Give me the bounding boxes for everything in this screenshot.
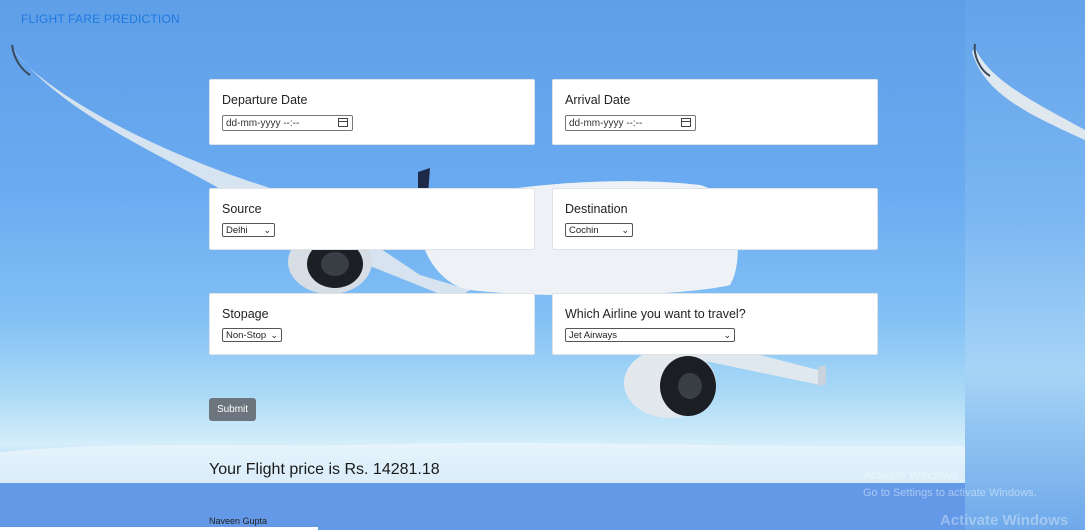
airline-select[interactable]: Jet Airways ⌄ [565, 328, 735, 342]
destination-card: Destination Cochin ⌄ [552, 188, 878, 250]
airline-card: Which Airline you want to travel? Jet Ai… [552, 293, 878, 355]
footer-band [0, 483, 965, 530]
arrival-card: Arrival Date dd-mm-yyyy --:-- [552, 79, 878, 145]
source-select[interactable]: Delhi ⌄ [222, 223, 275, 237]
activate-windows-title-secondary: Activate Windows [940, 512, 1069, 529]
arrival-date-value: dd-mm-yyyy --:-- [569, 118, 643, 129]
departure-card: Departure Date dd-mm-yyyy --:-- [209, 79, 535, 145]
submit-button[interactable]: Submit [209, 398, 256, 421]
chevron-down-icon: ⌄ [270, 330, 278, 340]
arrival-date-input[interactable]: dd-mm-yyyy --:-- [565, 115, 696, 131]
destination-select[interactable]: Cochin ⌄ [565, 223, 633, 237]
source-selected-value: Delhi [226, 225, 248, 236]
departure-label: Departure Date [222, 93, 308, 107]
departure-date-value: dd-mm-yyyy --:-- [226, 118, 300, 129]
chevron-down-icon: ⌄ [263, 225, 271, 235]
stopage-label: Stopage [222, 307, 269, 321]
activate-windows-subtitle: Go to Settings to activate Windows. [863, 487, 1037, 499]
calendar-icon[interactable] [681, 118, 691, 127]
prediction-result: Your Flight price is Rs. 14281.18 [209, 461, 440, 478]
brand-link[interactable]: FLIGHT FARE PREDICTION [21, 12, 180, 26]
airline-label: Which Airline you want to travel? [565, 307, 746, 321]
footer-author: Naveen Gupta [209, 516, 268, 526]
stopage-card: Stopage Non-Stop ⌄ [209, 293, 535, 355]
arrival-label: Arrival Date [565, 93, 631, 107]
stopage-select[interactable]: Non-Stop ⌄ [222, 328, 282, 342]
chevron-down-icon: ⌄ [621, 225, 629, 235]
destination-selected-value: Cochin [569, 225, 599, 236]
destination-label: Destination [565, 202, 628, 216]
background-right-panel [965, 0, 1085, 530]
airplane-background-image [0, 43, 1085, 483]
source-label: Source [222, 202, 262, 216]
calendar-icon[interactable] [338, 118, 348, 127]
source-card: Source Delhi ⌄ [209, 188, 535, 250]
chevron-down-icon: ⌄ [723, 330, 731, 340]
departure-date-input[interactable]: dd-mm-yyyy --:-- [222, 115, 353, 131]
stopage-selected-value: Non-Stop [226, 330, 267, 341]
activate-windows-title: Activate Windows [863, 468, 958, 482]
airline-selected-value: Jet Airways [569, 330, 618, 341]
